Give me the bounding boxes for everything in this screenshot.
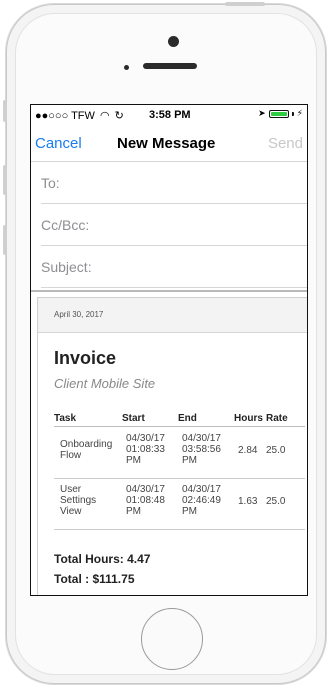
invoice-date: April 30, 2017 — [54, 310, 104, 319]
row-hours: 2.84 — [238, 445, 258, 456]
body-divider — [31, 290, 307, 292]
row-divider — [54, 529, 305, 530]
subject-label: Subject: — [41, 259, 92, 275]
battery-icon — [268, 109, 289, 118]
total-amount: Total : $111.75 — [54, 572, 135, 586]
earpiece-speaker — [143, 63, 197, 69]
to-label: To: — [41, 175, 60, 191]
navigation-bar: Cancel New Message Send — [31, 125, 307, 162]
row-rate: 25.0 — [266, 496, 286, 507]
mute-switch — [3, 100, 7, 122]
status-right: ➤ ⚡ — [258, 108, 303, 119]
charging-icon: ⚡ — [296, 108, 303, 118]
front-camera — [168, 36, 179, 47]
invoice-subtitle: Client Mobile Site — [54, 376, 156, 391]
column-header-start: Start — [122, 413, 145, 424]
column-header-end: End — [178, 413, 197, 424]
row-task: Onboarding Flow — [60, 439, 113, 461]
phone-screen: ●●○○○ TFW ◠ ↻ 3:58 PM ➤ ⚡ Cancel New Mes… — [30, 104, 308, 596]
cancel-button[interactable]: Cancel — [35, 135, 82, 152]
carrier-label: ●●○○○ TFW — [35, 110, 95, 122]
ccbcc-field[interactable]: Cc/Bcc: — [41, 204, 307, 246]
table-row: User Settings View 04/30/17 01:08:48 PM … — [54, 480, 305, 528]
row-divider — [54, 478, 305, 479]
row-end: 04/30/17 03:58:56 PM — [182, 433, 221, 466]
battery-tip — [291, 111, 294, 116]
row-hours: 1.63 — [238, 496, 258, 507]
proximity-sensor — [124, 65, 129, 70]
header-divider — [54, 426, 305, 427]
page-title: New Message — [117, 135, 216, 152]
volume-up-button — [3, 165, 7, 195]
carrier-signal: ●●○○○ TFW ◠ ↻ — [35, 109, 124, 122]
message-body-invoice[interactable]: April 30, 2017 Invoice Client Mobile Sit… — [37, 297, 307, 595]
status-bar: ●●○○○ TFW ◠ ↻ 3:58 PM ➤ ⚡ — [31, 105, 307, 125]
column-header-rate: Rate — [266, 413, 288, 424]
invoice-date-bar: April 30, 2017 — [38, 298, 307, 333]
row-end: 04/30/17 02:46:49 PM — [182, 484, 221, 517]
sync-icon: ↻ — [114, 110, 124, 122]
power-button — [225, 2, 265, 6]
row-start: 04/30/17 01:08:33 PM — [126, 433, 165, 466]
status-time: 3:58 PM — [149, 109, 191, 121]
row-rate: 25.0 — [266, 445, 286, 456]
column-header-hours: Hours — [234, 413, 263, 424]
volume-down-button — [3, 225, 7, 255]
subject-field[interactable]: Subject: — [41, 246, 307, 288]
location-arrow-icon: ➤ — [258, 108, 266, 118]
table-row: Onboarding Flow 04/30/17 01:08:33 PM 04/… — [54, 429, 305, 477]
home-button[interactable] — [141, 608, 203, 670]
column-header-task: Task — [54, 413, 77, 424]
total-hours: Total Hours: 4.47 — [54, 552, 151, 566]
ccbcc-label: Cc/Bcc: — [41, 217, 90, 233]
row-start: 04/30/17 01:08:48 PM — [126, 484, 165, 517]
invoice-title: Invoice — [54, 348, 117, 368]
to-field[interactable]: To: — [41, 162, 307, 204]
send-button[interactable]: Send — [268, 135, 303, 152]
wifi-icon: ◠ — [99, 110, 110, 122]
row-task: User Settings View — [60, 484, 97, 517]
